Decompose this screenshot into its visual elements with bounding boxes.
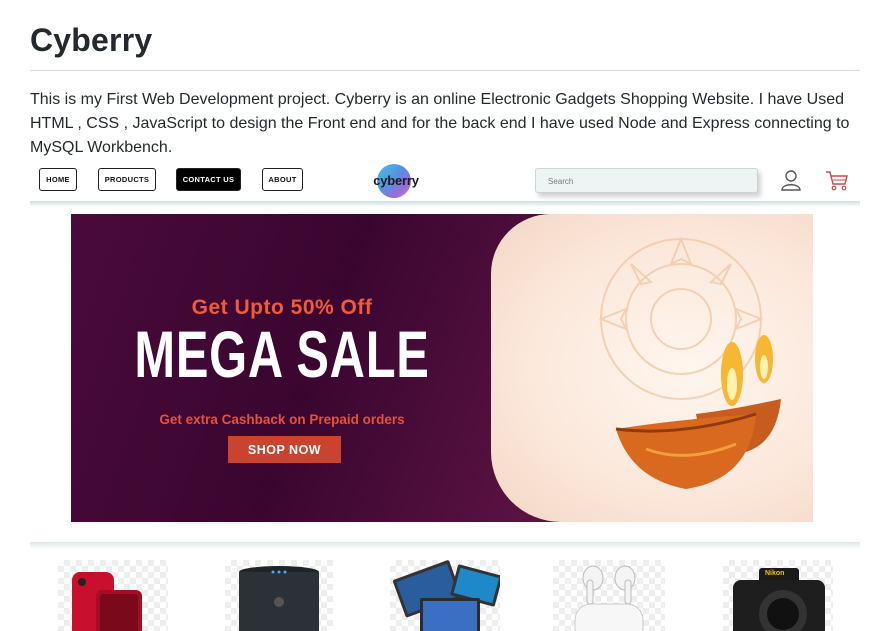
- nav-products-button[interactable]: PRODUCTS: [98, 168, 156, 191]
- shop-now-button[interactable]: SHOP NOW: [228, 436, 341, 463]
- iphone-icon: [72, 572, 142, 631]
- search-input[interactable]: Search: [535, 168, 758, 193]
- camera-icon: Nikon: [733, 568, 825, 631]
- navbar-shadow: [30, 201, 860, 207]
- title-divider: [30, 70, 860, 71]
- promo-banner[interactable]: Get Upto 50% Off MEGA SALE Get extra Cas…: [71, 214, 813, 522]
- nav-contact-button[interactable]: CONTACT US: [176, 168, 241, 191]
- product-laptops[interactable]: [390, 560, 500, 631]
- smart-speaker-icon: [239, 566, 319, 631]
- site-logo[interactable]: cyberry: [368, 162, 424, 200]
- nav-about-button[interactable]: ABOUT: [262, 168, 303, 191]
- section-divider: [30, 542, 860, 549]
- cart-icon[interactable]: [825, 170, 849, 192]
- product-camera[interactable]: Nikon: [723, 560, 833, 631]
- laptops-icon: [392, 560, 500, 631]
- product-iphone[interactable]: [58, 560, 168, 631]
- banner-subtext: Get extra Cashback on Prepaid orders: [159, 412, 405, 427]
- nav-home-button[interactable]: HOME: [39, 168, 77, 191]
- readme-title: Cyberry: [30, 22, 153, 58]
- site-screenshot: HOME PRODUCTS CONTACT US ABOUT cyberry S…: [30, 160, 860, 631]
- banner-headline: MEGA SALE: [134, 317, 430, 391]
- product-airpods[interactable]: [553, 560, 665, 631]
- user-icon[interactable]: [780, 169, 802, 191]
- airpods-icon: [574, 565, 644, 631]
- diya-lamp-icon: [615, 335, 781, 489]
- site-navbar: HOME PRODUCTS CONTACT US ABOUT cyberry S…: [30, 160, 860, 202]
- product-smart-speaker[interactable]: [225, 560, 333, 631]
- logo-text: cyberry: [373, 173, 419, 188]
- readme-description: This is my First Web Development project…: [30, 91, 850, 156]
- svg-text:Nikon: Nikon: [765, 570, 784, 577]
